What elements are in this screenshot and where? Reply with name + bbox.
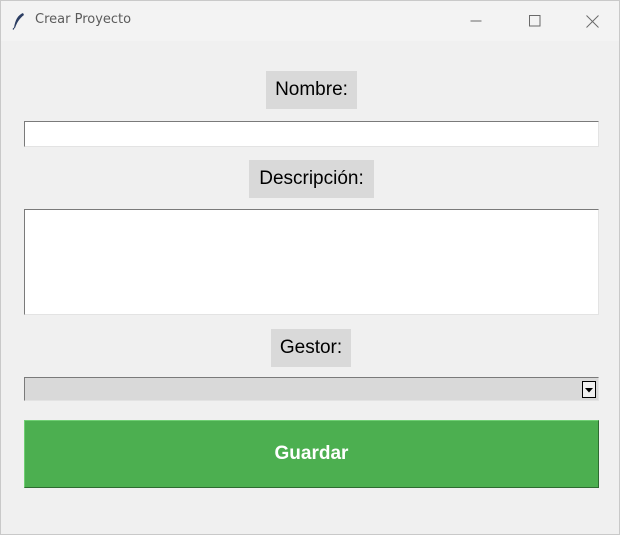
maximize-button[interactable] bbox=[506, 1, 564, 41]
window-title: Crear Proyecto bbox=[35, 12, 132, 27]
nombre-label: Nombre: bbox=[266, 71, 357, 109]
app-window: Crear Proyecto Nombre: Descripción: Gest… bbox=[0, 0, 620, 535]
maximize-icon bbox=[529, 15, 541, 27]
feather-icon bbox=[12, 13, 24, 30]
descripcion-textarea[interactable] bbox=[24, 209, 599, 315]
dropdown-arrow-button[interactable] bbox=[582, 381, 596, 398]
gestor-select[interactable] bbox=[24, 377, 599, 401]
guardar-button[interactable]: Guardar bbox=[24, 420, 599, 488]
title-bar[interactable]: Crear Proyecto bbox=[1, 1, 619, 41]
close-icon bbox=[585, 14, 599, 28]
gestor-label: Gestor: bbox=[271, 329, 351, 367]
close-button[interactable] bbox=[563, 1, 620, 41]
descripcion-label: Descripción: bbox=[249, 160, 374, 198]
chevron-down-icon bbox=[585, 387, 593, 392]
minimize-icon bbox=[470, 20, 482, 22]
nombre-input[interactable] bbox=[24, 121, 599, 147]
minimize-button[interactable] bbox=[447, 1, 505, 41]
